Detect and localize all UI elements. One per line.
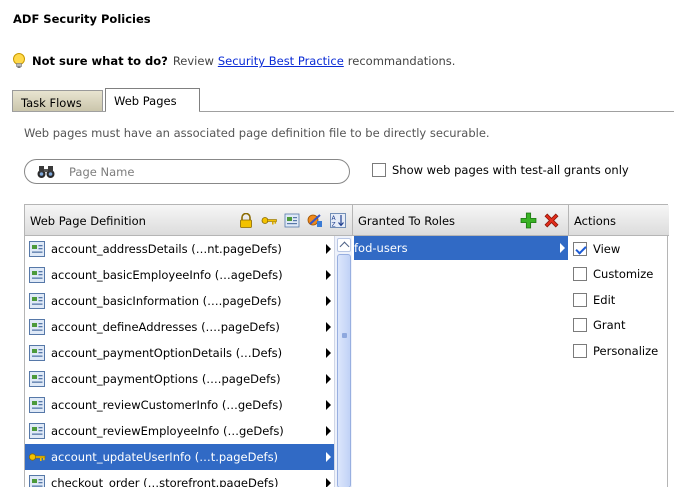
policy-grid: Web Page Definition A Z Granted To Roles… (24, 204, 669, 487)
page-name-search[interactable]: Page Name (24, 159, 350, 184)
list-item-label: account_paymentOptionDetails (…Defs) (51, 346, 283, 360)
list-item[interactable]: account_reviewCustomerInfo (…geDefs) (25, 392, 334, 418)
show-test-all-label: Show web pages with test-all grants only (392, 163, 629, 177)
edit-checkbox[interactable] (573, 292, 587, 307)
show-test-all-checkbox[interactable] (372, 163, 386, 177)
show-test-all-option[interactable]: Show web pages with test-all grants only (372, 163, 629, 177)
list-item-label: account_addressDetails (…nt.pageDefs) (51, 242, 282, 256)
hint-pre-text: Review (172, 54, 214, 68)
action-label: Customize (593, 267, 654, 282)
role-item-fod-users[interactable]: fod-users (354, 236, 568, 260)
list-item-label: account_basicInformation (….pageDefs) (51, 294, 282, 308)
scroll-grip-icon (342, 333, 347, 338)
list-item-label: account_updateUserInfo (…t.pageDefs) (51, 450, 279, 464)
page-definition-icon[interactable] (284, 213, 300, 228)
list-item[interactable]: account_basicInformation (….pageDefs) (25, 288, 334, 314)
expand-arrow-icon[interactable] (326, 296, 331, 306)
security-best-practice-link[interactable]: Security Best Practice (218, 54, 344, 68)
list-item[interactable]: account_basicEmployeeInfo (…ageDefs) (25, 262, 334, 288)
hint-question: Not sure what to do? (32, 54, 168, 68)
personalize-checkbox[interactable] (573, 343, 587, 358)
expand-arrow-icon[interactable] (326, 322, 331, 332)
page-title: ADF Security Policies (13, 12, 151, 26)
tab-divider-gap (106, 111, 199, 112)
action-label: Edit (593, 292, 616, 307)
expand-arrow-icon[interactable] (326, 478, 331, 487)
delete-icon[interactable] (543, 212, 560, 229)
expand-arrow-icon[interactable] (326, 348, 331, 358)
action-label: View (593, 241, 621, 256)
action-view[interactable]: View (570, 236, 669, 262)
page-def-icon (29, 397, 45, 413)
tab-web-pages[interactable]: Web Pages (105, 88, 200, 112)
key-icon[interactable] (261, 213, 277, 228)
help-hint: Not sure what to do? Review Security Bes… (12, 53, 455, 69)
role-label: fod-users (354, 241, 408, 255)
page-def-icon (29, 475, 45, 487)
page-def-icon (29, 241, 45, 257)
page-def-icon (29, 267, 45, 283)
expand-arrow-icon[interactable] (326, 270, 331, 280)
grant-checkbox[interactable] (573, 318, 587, 333)
page-def-icon (29, 423, 45, 439)
expand-arrow-icon[interactable] (326, 374, 331, 384)
hint-post-text: recommandations. (347, 54, 456, 68)
scroll-thumb[interactable] (337, 254, 351, 487)
page-def-icon (29, 293, 45, 309)
description-text: Web pages must have an associated page d… (24, 126, 490, 140)
expand-arrow-icon[interactable] (326, 426, 331, 436)
binoculars-icon[interactable] (37, 165, 55, 179)
pages-scrollbar[interactable] (334, 236, 352, 487)
sort-icon[interactable]: A Z (330, 213, 346, 228)
expand-arrow-icon[interactable] (326, 244, 331, 254)
action-customize[interactable]: Customize (570, 262, 669, 288)
list-item-label: account_defineAddresses (….pageDefs) (51, 320, 280, 334)
list-item-label: checkout_order (…storefront.pageDefs) (51, 476, 279, 487)
expand-arrow-icon[interactable] (326, 400, 331, 410)
actions-header-label: Actions (574, 214, 617, 228)
roles-column-header: Granted To Roles (353, 205, 569, 236)
list-item[interactable]: account_defineAddresses (….pageDefs) (25, 314, 334, 340)
list-item[interactable]: account_paymentOptions (….pageDefs) (25, 366, 334, 392)
web-page-list: account_addressDetails (…nt.pageDefs) ac… (25, 236, 334, 487)
list-item-label: account_paymentOptions (….pageDefs) (51, 372, 281, 386)
roles-header-label: Granted To Roles (358, 214, 456, 228)
key-icon (28, 453, 46, 461)
action-label: Grant (593, 318, 626, 333)
granted-roles-list: fod-users (354, 236, 568, 260)
action-grant[interactable]: Grant (570, 313, 669, 339)
list-item-label: account_basicEmployeeInfo (…ageDefs) (51, 268, 283, 282)
roles-header-toolbar (520, 212, 560, 229)
action-edit[interactable]: Edit (570, 287, 669, 313)
list-item-label: account_reviewCustomerInfo (…geDefs) (51, 398, 283, 412)
actions-column-header: Actions (569, 205, 669, 236)
expand-arrow-icon[interactable] (326, 452, 331, 462)
add-icon[interactable] (520, 212, 537, 229)
list-item[interactable]: account_reviewEmployeeInfo (…geDefs) (25, 418, 334, 444)
lightbulb-icon (13, 53, 25, 68)
pages-header-label: Web Page Definition (30, 214, 146, 228)
list-item-label: account_reviewEmployeeInfo (…geDefs) (51, 424, 284, 438)
list-item[interactable]: account_addressDetails (…nt.pageDefs) (25, 236, 334, 262)
actions-list: View Customize Edit Grant Personalize (570, 236, 669, 364)
view-checkbox[interactable] (573, 241, 587, 256)
role-arrow-icon[interactable] (560, 243, 565, 253)
pages-header-toolbar: A Z (238, 213, 346, 228)
page-def-icon (29, 319, 45, 335)
scroll-up-button[interactable] (337, 238, 351, 252)
customize-checkbox[interactable] (573, 267, 587, 282)
page-def-icon (29, 371, 45, 387)
pages-column-header: Web Page Definition A Z (25, 205, 353, 236)
svg-text:Z: Z (332, 222, 336, 229)
list-item[interactable]: checkout_order (…storefront.pageDefs) (25, 470, 334, 487)
grant-icon[interactable] (307, 213, 323, 228)
search-input[interactable]: Page Name (69, 165, 134, 179)
action-personalize[interactable]: Personalize (570, 338, 669, 364)
action-label: Personalize (593, 343, 659, 358)
list-item-selected[interactable]: account_updateUserInfo (…t.pageDefs) (25, 444, 334, 470)
page-def-icon (29, 345, 45, 361)
lock-icon[interactable] (238, 213, 254, 228)
list-item[interactable]: account_paymentOptionDetails (…Defs) (25, 340, 334, 366)
tab-task-flows[interactable]: Task Flows (12, 90, 103, 112)
